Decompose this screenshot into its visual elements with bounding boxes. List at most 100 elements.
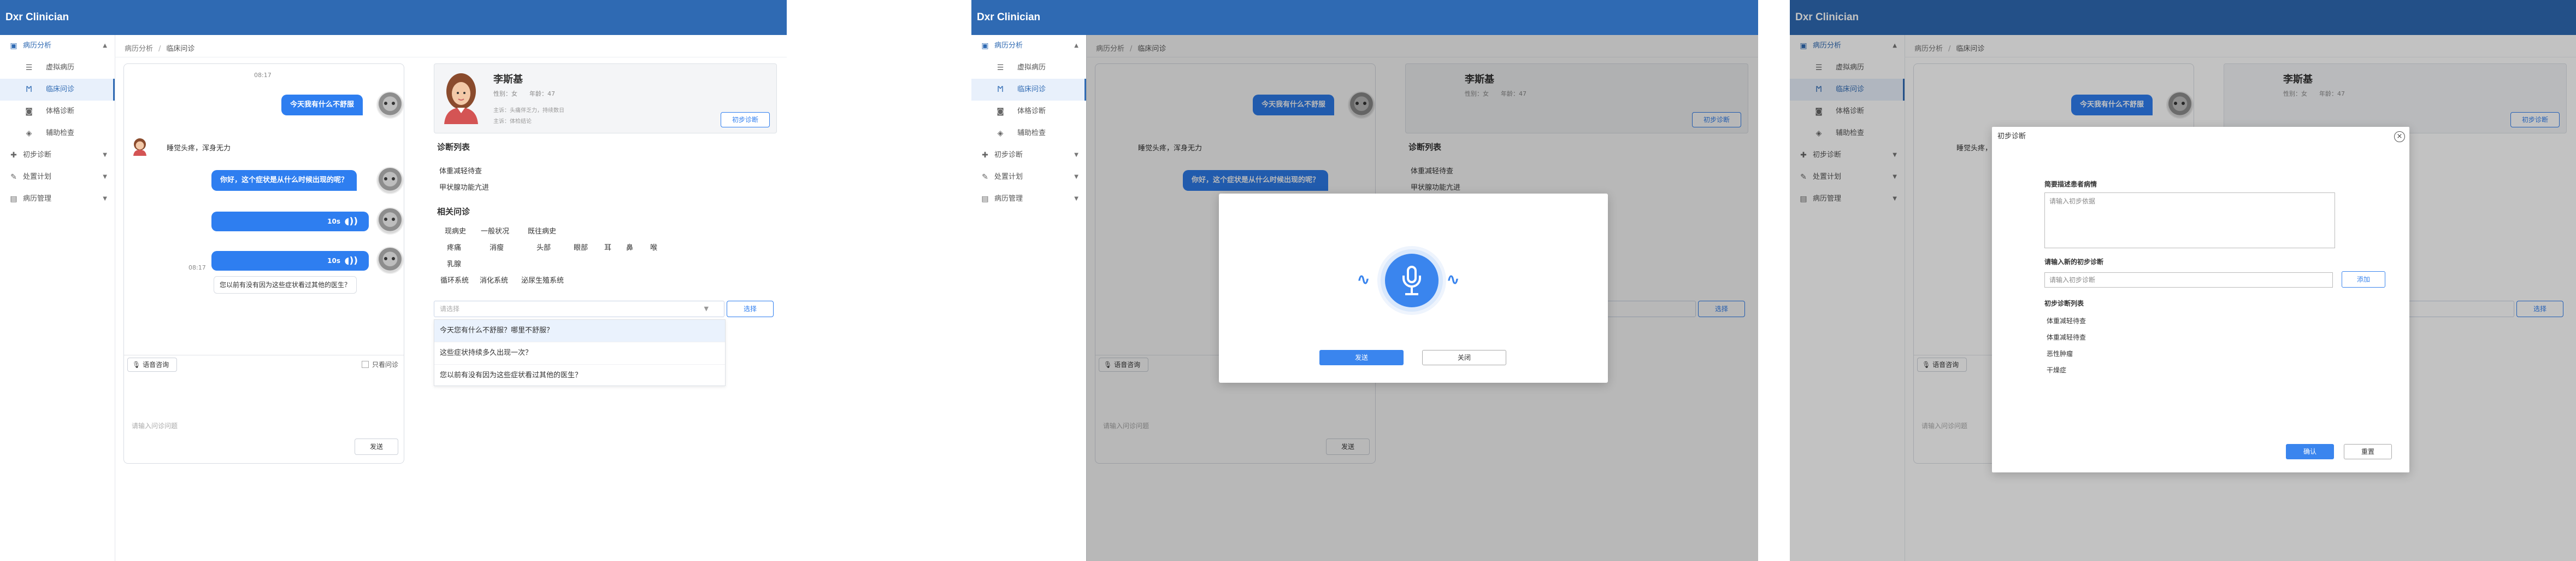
sidebar-item-treatment-plan[interactable]: ✎ 处置计划 ▼ xyxy=(971,166,1086,188)
diagnosis-list-item[interactable]: 恶性肿瘤 xyxy=(2047,349,2073,358)
modal-title: 初步诊断 xyxy=(1997,132,2026,141)
send-button[interactable]: 发送 xyxy=(1319,350,1404,365)
consult-tag[interactable]: 一般状况 xyxy=(481,225,509,236)
patient-portrait xyxy=(444,73,478,124)
consult-tag[interactable]: 既往病史 xyxy=(528,225,556,236)
sidebar-item-virtual-case[interactable]: ☰ 虚拟病历 xyxy=(971,57,1086,79)
chat-message-user: 你好，这个症状是从什么时候出现的呢？ xyxy=(211,170,357,191)
app-title: Dxr Clinician xyxy=(5,11,69,23)
sidebar-item-clinical-consult[interactable]: Ϻ 临床问诊 xyxy=(971,79,1086,101)
preliminary-diagnosis-modal: × 初步诊断 简要描述患者病情 请输入初步依据 请输入新的初步诊断 请输入初步诊… xyxy=(1992,127,2409,472)
plan-icon: ✎ xyxy=(982,173,988,182)
sound-wave-icon: ◖)) xyxy=(344,216,358,227)
diagnosis-item[interactable]: 甲状腺功能亢进 xyxy=(439,182,489,192)
voice-message[interactable]: 10s ◖)) xyxy=(211,212,369,231)
chevron-down-icon: ▼ xyxy=(103,174,107,180)
sidebar-item-record-management[interactable]: ▤ 病历管理 ▼ xyxy=(971,188,1086,210)
consult-tag[interactable]: 消瘦 xyxy=(490,242,504,252)
related-consult-title: 相关问诊 xyxy=(437,207,470,217)
chevron-down-icon: ▼ xyxy=(1074,152,1078,158)
sidebar-item-virtual-case[interactable]: ☰ 虚拟病历 xyxy=(0,57,115,79)
diagnosis-list-item[interactable]: 体重减轻待查 xyxy=(2047,332,2086,342)
plan-icon: ✎ xyxy=(10,173,17,182)
sidebar-item-case-analysis[interactable]: ▣ 病历分析 ▲ xyxy=(971,35,1086,57)
dropdown-option[interactable]: 您以前有没有因为这些症状看过其他的医生？ xyxy=(434,365,725,387)
sidebar-item-treatment-plan[interactable]: ✎ 处置计划 ▼ xyxy=(0,166,115,188)
folder-icon: ▤ xyxy=(10,195,17,203)
consult-tag[interactable]: 泌尿生殖系统 xyxy=(521,274,564,285)
diagnosis-icon: ✚ xyxy=(10,151,17,160)
chat-message-user: 今天我有什么不舒服 xyxy=(281,95,363,115)
timestamp: 08:17 xyxy=(188,264,206,271)
consult-tag[interactable]: 头部 xyxy=(537,242,551,252)
consult-tag[interactable]: 消化系统 xyxy=(480,274,508,285)
consult-tag[interactable]: 耳 xyxy=(604,242,611,252)
confirm-button[interactable]: 确认 xyxy=(2286,444,2334,459)
screen-consultation: Dxr Clinician ▣ 病历分析 ▲ ☰ 虚拟病历 Ϻ 临床问诊 ◙ 体格诊断 ◈… xyxy=(0,0,787,561)
reset-button[interactable]: 重置 xyxy=(2344,444,2392,459)
consult-tag[interactable]: 鼻 xyxy=(626,242,633,252)
app-header: Dxr Clinician xyxy=(0,0,787,35)
camera-icon: ◙ xyxy=(997,107,1004,116)
sidebar: ▣ 病历分析 ▲ ☰ 虚拟病历 Ϻ 临床问诊 ◙ 体格诊断 ◈ 辅助检查 ✚ 初步诊断 ▼ ✎ 处… xyxy=(971,35,1087,561)
voice-message[interactable]: 10s ◖)) xyxy=(211,251,369,271)
send-button[interactable]: 发送 xyxy=(355,439,398,455)
breadcrumb: 病历分析 / 临床问诊 xyxy=(125,45,195,53)
consult-tag[interactable]: 眼部 xyxy=(574,242,588,252)
sidebar-item-physical-exam[interactable]: ◙ 体格诊断 xyxy=(971,101,1086,122)
chat-panel: 08:17 今天我有什么不舒服 睡觉头疼，浑身无力 你好，这个症状是从什么时候出… xyxy=(123,63,404,464)
consult-tag[interactable]: 乳腺 xyxy=(447,258,461,268)
consult-tag[interactable]: 现病史 xyxy=(445,225,466,236)
chevron-down-icon: ▼ xyxy=(103,152,107,158)
chat-message-patient: 睡觉头疼，浑身无力 xyxy=(167,144,231,153)
select-button[interactable]: 选择 xyxy=(727,301,774,317)
sidebar-item-clinical-consult[interactable]: Ϻ 临床问诊 xyxy=(0,79,115,101)
camera-icon: ◙ xyxy=(25,107,33,116)
add-button[interactable]: 添加 xyxy=(2342,271,2385,288)
dropdown-option[interactable]: 这些症状持续多久出现一次？ xyxy=(434,342,725,365)
suggested-question[interactable]: 您以前有没有因为这些症状看过其他的医生？ xyxy=(214,276,357,294)
diagnosis-item[interactable]: 体重减轻待查 xyxy=(439,165,482,176)
sidebar-item-aux-exam[interactable]: ◈ 辅助检查 xyxy=(971,122,1086,144)
only-question-checkbox[interactable]: 只看问诊 xyxy=(361,360,398,369)
microphone-icon[interactable] xyxy=(1385,254,1439,307)
sound-wave-icon: ∿ xyxy=(1446,270,1460,289)
question-select[interactable]: 请选择 ▼ xyxy=(434,301,724,317)
sidebar-item-case-analysis[interactable]: ▣ 病历分析 ▲ xyxy=(0,35,115,57)
close-button[interactable]: 关闭 xyxy=(1422,350,1506,365)
dropdown-option[interactable]: 今天您有什么不舒服？哪里不舒服？ xyxy=(434,320,725,342)
new-diagnosis-input[interactable]: 请输入初步诊断 xyxy=(2044,272,2333,288)
sidebar-item-preliminary-diagnosis[interactable]: ✚ 初步诊断 ▼ xyxy=(971,144,1086,166)
consult-tag[interactable]: 疼痛 xyxy=(447,242,461,252)
sidebar-item-physical-exam[interactable]: ◙ 体格诊断 xyxy=(0,101,115,122)
doctor-avatar xyxy=(376,207,404,235)
question-input[interactable]: 请输入问诊问题 xyxy=(132,421,178,430)
close-icon[interactable]: × xyxy=(2394,131,2405,142)
voice-consult-button[interactable]: 🎙 语音咨询 xyxy=(127,358,178,372)
preliminary-diagnosis-button[interactable]: 初步诊断 xyxy=(721,112,770,127)
chat-input-area: 🎙 语音咨询 只看问诊 请输入问诊问题 发送 xyxy=(124,355,404,464)
clipboard-icon: ▣ xyxy=(981,42,989,50)
document-icon: ☰ xyxy=(997,63,1004,72)
condition-description-input[interactable]: 请输入初步依据 xyxy=(2044,192,2335,248)
microphone-icon: 🎙 xyxy=(132,361,143,369)
flask-icon: ◈ xyxy=(997,129,1004,138)
chevron-up-icon: ▲ xyxy=(1074,43,1078,49)
chevron-down-icon: ▼ xyxy=(1074,174,1078,180)
consult-tag[interactable]: 循环系统 xyxy=(440,274,469,285)
question-dropdown: 今天您有什么不舒服？哪里不舒服？ 这些症状持续多久出现一次？ 您以前有没有因为这… xyxy=(434,319,726,387)
patient-complaint: 主诉：体检结论 xyxy=(493,119,532,125)
diagnosis-list-item[interactable]: 体重减轻待查 xyxy=(2047,316,2086,325)
chevron-down-icon: ▼ xyxy=(1074,196,1078,202)
doctor-avatar xyxy=(376,91,404,119)
stethoscope-icon: Ϻ xyxy=(25,85,33,94)
sidebar-item-preliminary-diagnosis[interactable]: ✚ 初步诊断 ▼ xyxy=(0,144,115,166)
sidebar-item-aux-exam[interactable]: ◈ 辅助检查 xyxy=(0,122,115,144)
sidebar-item-record-management[interactable]: ▤ 病历管理 ▼ xyxy=(0,188,115,210)
sound-wave-icon: ∿ xyxy=(1357,270,1371,289)
diagnosis-list-item[interactable]: 干燥症 xyxy=(2047,365,2066,375)
consult-tag[interactable]: 喉 xyxy=(650,242,657,252)
clipboard-icon: ▣ xyxy=(10,42,17,50)
chevron-down-icon: ▼ xyxy=(103,196,107,202)
breadcrumb-root[interactable]: 病历分析 xyxy=(125,45,153,53)
